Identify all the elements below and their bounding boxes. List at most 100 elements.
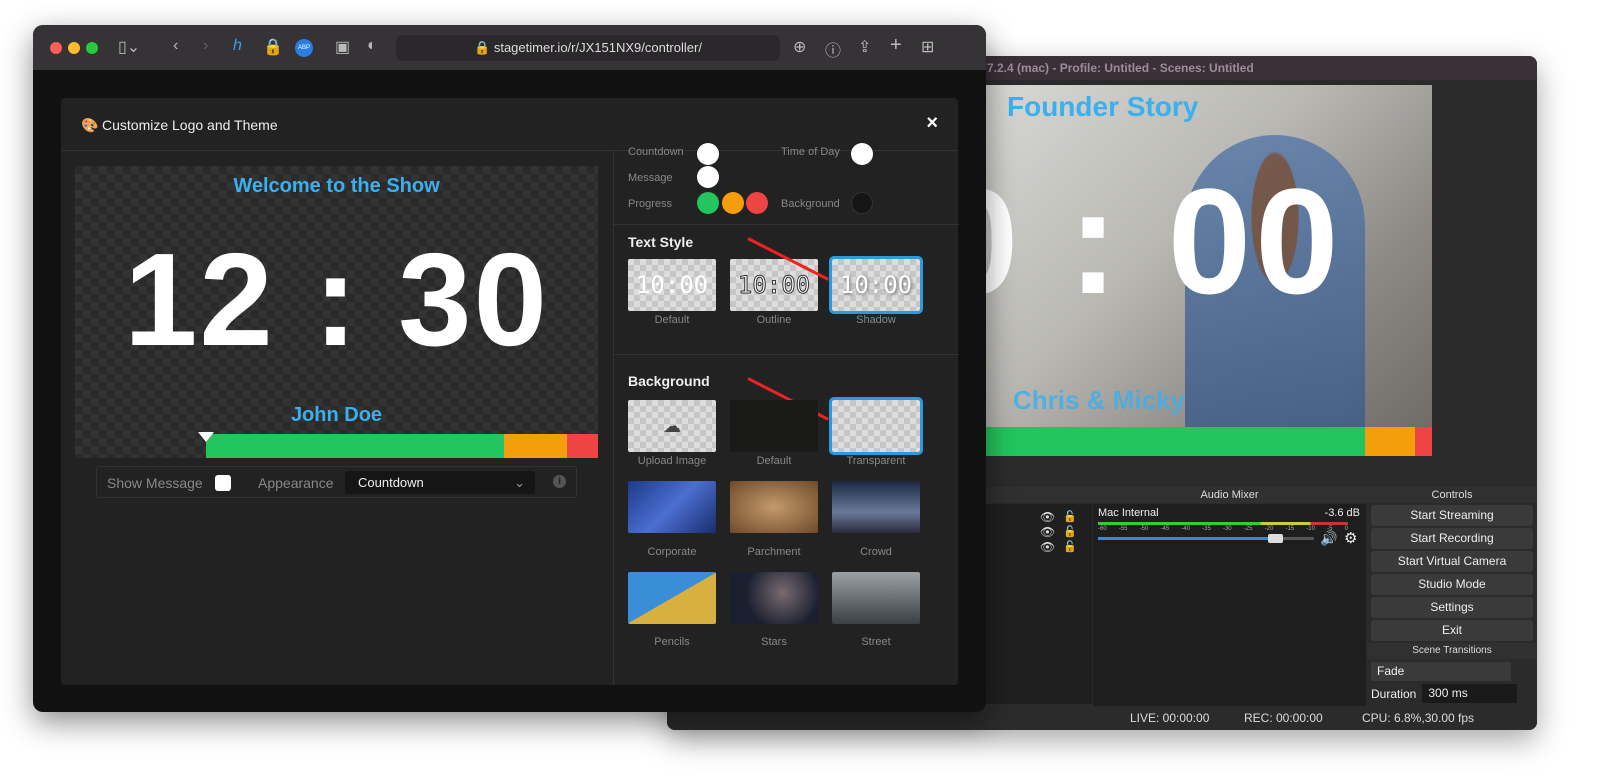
progress-green-swatch[interactable] — [697, 192, 719, 214]
bg-label: Stars — [761, 636, 787, 648]
info-icon[interactable]: i — [553, 475, 566, 488]
countdown-color-swatch[interactable] — [697, 143, 719, 165]
download-icon[interactable]: ⊕ — [793, 37, 806, 57]
back-icon[interactable]: ‹ — [173, 37, 178, 55]
bg-label: Pencils — [654, 636, 690, 648]
sources-list: 👁 👁 👁 🔓 🔓 🔓 — [985, 504, 1092, 704]
countdown-color-label: Countdown — [628, 146, 684, 158]
bg-label: Default — [756, 455, 792, 467]
meter-ticks: -60 -55 -50 -45 -40 -35 -30 -25 -20 -15 -10 -5 0 — [1098, 526, 1348, 532]
show-message-checkbox[interactable] — [215, 475, 231, 491]
progress-orange-swatch[interactable] — [722, 192, 744, 214]
cpu-status: CPU: 6.8%,30.00 fps — [1362, 711, 1475, 725]
show-message-label: Show Message — [107, 475, 203, 491]
browser-window: ▯⌄ ‹ › h 🔒 ABP ▣ ◐ 🔒 stagetimer.io/r/JX1… — [33, 25, 986, 712]
appearance-label: Appearance — [258, 475, 334, 491]
background-crowd-tile[interactable] — [832, 481, 920, 533]
chevron-down-icon: ⌄ — [514, 475, 525, 490]
tab-overview-icon[interactable]: ⊞ — [921, 37, 934, 57]
bg-label: Street — [861, 636, 891, 648]
appearance-select[interactable]: Countdown ⌄ — [345, 471, 535, 494]
progress-red-swatch[interactable] — [746, 192, 768, 214]
sidebar-icon[interactable]: ▯⌄ — [118, 37, 140, 57]
preview-title: Welcome to the Show — [233, 175, 440, 197]
gear-icon[interactable]: ⚙ — [1344, 529, 1357, 547]
lock-extension-icon[interactable]: 🔒 — [263, 37, 283, 57]
audio-mixer: Mac Internal -3.6 dB -60 -55 -50 -45 -40 -35-… — [1093, 504, 1366, 710]
background-street-tile[interactable] — [832, 572, 920, 624]
text-style-default-label: Default — [654, 314, 690, 326]
modal-header: 🎨 Customize Logo and Theme × — [61, 98, 958, 151]
progress-bar — [75, 432, 598, 458]
text-style-shadow[interactable]: 10:00 — [829, 256, 923, 314]
address-bar[interactable]: 🔒 stagetimer.io/r/JX151NX9/controller/ — [396, 35, 780, 61]
customize-modal: 🎨 Customize Logo and Theme × Welcome to … — [61, 98, 959, 685]
studio-mode-button[interactable]: Studio Mode — [1371, 574, 1533, 595]
mixer-level: -3.6 dB — [1324, 507, 1360, 519]
lock-icon[interactable]: 🔓 🔓 🔓 — [1063, 510, 1077, 555]
background-parchment-tile[interactable] — [730, 481, 818, 533]
preview-options: Show Message Appearance Countdown ⌄ i — [96, 466, 577, 498]
time-of-day-color-swatch[interactable] — [851, 143, 873, 165]
maximize-window-button[interactable] — [86, 42, 98, 54]
start-recording-button[interactable]: Start Recording — [1371, 528, 1533, 549]
theme-settings-panel: Countdown Time of Day Message Progress B… — [613, 143, 959, 685]
camera-extension-icon[interactable]: ▣ — [335, 37, 350, 57]
background-color-label: Background — [781, 198, 840, 210]
preview-time: 12 : 30 — [124, 226, 549, 373]
transition-select[interactable]: Fade — [1371, 662, 1511, 681]
bg-label: Crowd — [860, 546, 892, 558]
honey-extension-icon[interactable]: h — [233, 37, 242, 55]
modal-title: Customize Logo and Theme — [102, 117, 278, 133]
message-color-swatch[interactable] — [697, 166, 719, 188]
close-icon[interactable]: × — [926, 112, 938, 135]
speaker-icon[interactable]: 🔊 — [1320, 530, 1337, 547]
upload-image-tile[interactable]: ☁ — [628, 400, 716, 452]
audio-mixer-header: Audio Mixer — [1093, 487, 1366, 503]
obs-docks: 👁 👁 👁 🔓 🔓 🔓 Audio Mixer Mac Internal -3.6 dB… — [985, 460, 1537, 710]
background-pencils-tile[interactable] — [628, 572, 716, 624]
start-virtual-camera-button[interactable]: Start Virtual Camera — [1371, 551, 1533, 572]
background-corporate-tile[interactable] — [628, 481, 716, 533]
progress-marker[interactable] — [197, 432, 214, 442]
visibility-icon[interactable]: 👁 👁 👁 — [1040, 510, 1055, 555]
browser-toolbar: ▯⌄ ‹ › h 🔒 ABP ▣ ◐ 🔒 stagetimer.io/r/JX1… — [33, 25, 986, 71]
lock-icon: 🔒 — [474, 40, 494, 55]
text-style-heading: Text Style — [628, 234, 694, 250]
text-style-outline-label: Outline — [756, 314, 792, 326]
text-style-default[interactable]: 10:00 — [628, 259, 716, 311]
background-color-swatch[interactable] — [851, 192, 873, 214]
obs-progress-orange — [1365, 427, 1415, 456]
exit-button[interactable]: Exit — [1371, 620, 1533, 641]
bg-label: Corporate — [647, 546, 697, 558]
background-default-tile[interactable] — [730, 400, 818, 452]
obs-preview-name: Chris & Micky — [1013, 385, 1185, 415]
cloud-upload-icon: ☁ — [663, 416, 681, 436]
background-transparent-tile[interactable] — [829, 397, 923, 455]
text-style-shadow-label: Shadow — [856, 314, 896, 326]
duration-input[interactable]: 300 ms — [1422, 684, 1518, 703]
progress-color-label: Progress — [628, 198, 673, 210]
share-icon[interactable]: ⇪ — [858, 37, 871, 57]
obs-progress-red — [1415, 427, 1432, 456]
background-stars-tile[interactable] — [730, 572, 818, 624]
volume-slider[interactable] — [1098, 534, 1314, 543]
forward-icon[interactable]: › — [203, 37, 208, 55]
abp-extension-icon[interactable]: ABP — [295, 39, 313, 57]
volume-handle[interactable] — [1268, 534, 1283, 543]
minimize-window-button[interactable] — [68, 42, 80, 54]
bg-label: Parchment — [747, 546, 801, 558]
info-icon[interactable]: ⓘ — [825, 37, 841, 61]
bg-label: Upload Image — [637, 455, 707, 467]
close-window-button[interactable] — [50, 42, 62, 54]
obs-preview-title: Founder Story — [1007, 91, 1199, 122]
new-tab-icon[interactable]: + — [890, 34, 902, 57]
start-streaming-button[interactable]: Start Streaming — [1371, 505, 1533, 526]
shield-icon[interactable]: ◐ — [367, 37, 377, 55]
live-status: LIVE: 00:00:00 — [1130, 711, 1210, 725]
mixer-source-name: Mac Internal — [1098, 507, 1159, 519]
progress-red — [566, 434, 598, 458]
obs-progress-green — [985, 427, 1365, 456]
settings-button[interactable]: Settings — [1371, 597, 1533, 618]
scene-transitions-header: Scene Transitions — [1367, 643, 1537, 659]
